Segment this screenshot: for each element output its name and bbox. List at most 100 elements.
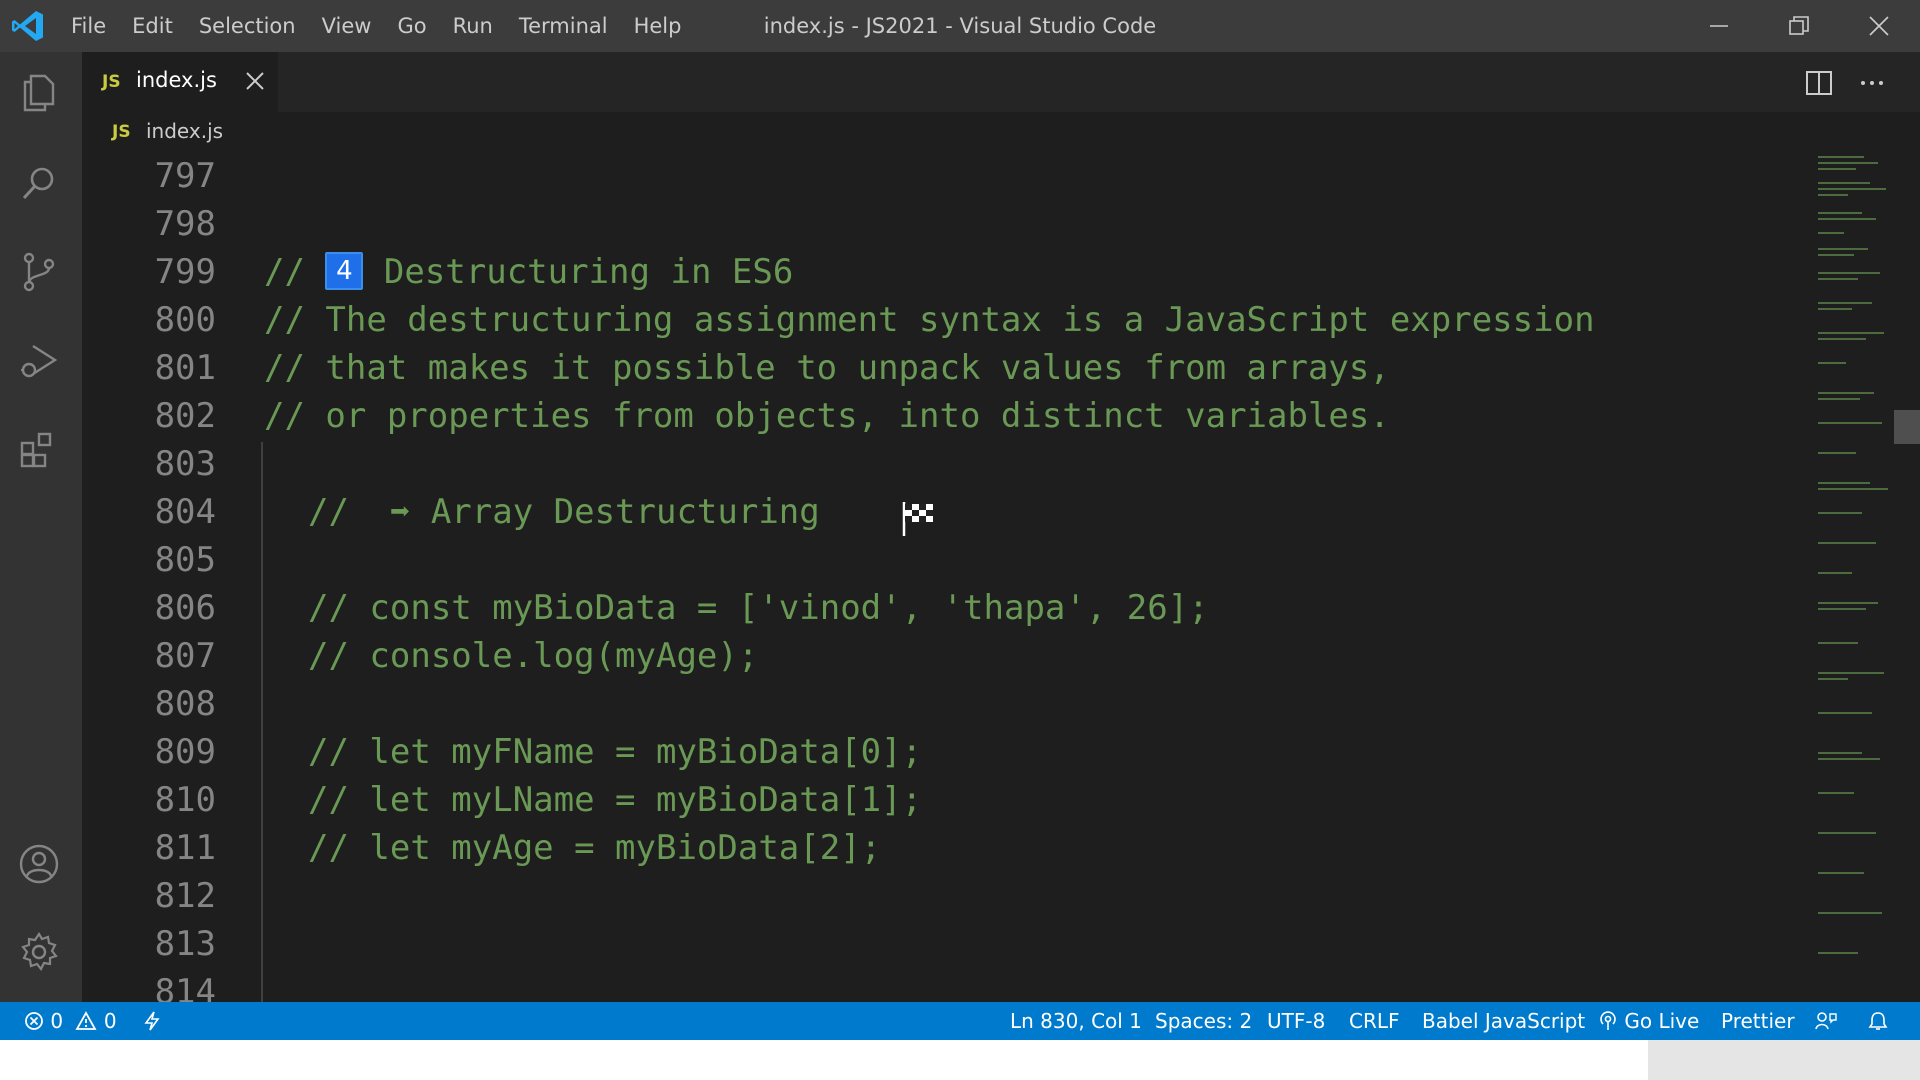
extensions-icon[interactable] <box>17 428 61 472</box>
encoding[interactable]: UTF-8 <box>1267 1002 1325 1040</box>
settings-gear-icon[interactable] <box>17 930 61 974</box>
close-window-button[interactable] <box>1840 0 1918 52</box>
checkered-flag-icon <box>902 502 933 536</box>
bottom-strip <box>0 1040 1920 1080</box>
menu-run[interactable]: Run <box>440 0 506 52</box>
minimize-icon <box>1710 25 1728 27</box>
code-editor[interactable]: 797 798 799 // 4 Destructuring in ES6 80… <box>82 152 1810 1002</box>
code-line: 808 <box>82 680 1810 728</box>
code-line: 809 // let myFName = myBioData[0]; <box>82 728 1810 776</box>
code-line: 811 // let myAge = myBioData[2]; <box>82 824 1810 872</box>
js-file-icon: JS <box>112 122 131 142</box>
code-line: 803 <box>82 440 1810 488</box>
line-text: // 4 Destructuring in ES6 <box>264 248 793 296</box>
formatter[interactable]: Prettier <box>1721 1002 1795 1040</box>
line-number: 806 <box>154 588 216 628</box>
line-number: 812 <box>154 876 216 916</box>
run-debug-icon[interactable] <box>17 338 61 382</box>
restore-button[interactable] <box>1760 0 1838 52</box>
line-text: // let myAge = myBioData[2]; <box>308 828 882 868</box>
explorer-icon[interactable] <box>17 70 61 114</box>
menu-file[interactable]: File <box>58 0 119 52</box>
line-number: 810 <box>154 780 216 820</box>
menu-view[interactable]: View <box>309 0 385 52</box>
line-number: 811 <box>154 828 216 868</box>
line-text: // ➡ Array Destructuring <box>308 492 820 532</box>
warning-icon <box>75 1011 97 1030</box>
indentation[interactable]: Spaces: 2 <box>1155 1002 1252 1040</box>
line-number: 802 <box>154 396 216 436</box>
code-line: 812 <box>82 872 1810 920</box>
line-number: 803 <box>154 444 216 484</box>
line-number: 814 <box>154 972 216 1002</box>
line-text: // let myLName = myBioData[1]; <box>308 780 923 820</box>
lightning-icon <box>144 1011 160 1031</box>
code-line: 804 // ➡ Array Destructuring <box>82 488 1810 536</box>
code-line: 799 // 4 Destructuring in ES6 <box>82 248 1810 296</box>
code-line: 801 // that makes it possible to unpack … <box>82 344 1810 392</box>
menu-help[interactable]: Help <box>621 0 695 52</box>
menu-go[interactable]: Go <box>384 0 439 52</box>
split-editor-icon[interactable] <box>1804 68 1834 98</box>
source-control-icon[interactable] <box>17 250 61 294</box>
line-number: 797 <box>154 156 216 196</box>
search-icon[interactable] <box>17 162 61 206</box>
menu-terminal[interactable]: Terminal <box>506 0 621 52</box>
go-live-button[interactable]: Go Live <box>1598 1002 1699 1040</box>
more-actions-icon[interactable] <box>1857 68 1887 98</box>
code-line: 797 <box>82 152 1810 200</box>
warning-count: 0 <box>103 1009 117 1033</box>
code-line: 806 // const myBioData = ['vinod', 'thap… <box>82 584 1810 632</box>
scrollbar-thumb[interactable] <box>1894 410 1920 444</box>
vscode-logo-icon <box>12 11 43 41</box>
vertical-scrollbar[interactable] <box>1900 152 1920 1002</box>
error-count: 0 <box>50 1009 64 1033</box>
code-line: 802 // or properties from objects, into … <box>82 392 1810 440</box>
minimap[interactable] <box>1810 152 1900 1002</box>
menu-edit[interactable]: Edit <box>119 0 186 52</box>
bottom-strip-gray <box>1648 1040 1920 1080</box>
line-text: // let myFName = myBioData[0]; <box>308 732 923 772</box>
feedback-button[interactable] <box>1814 1002 1838 1040</box>
line-number: 805 <box>154 540 216 580</box>
restore-icon <box>1789 16 1809 35</box>
code-line: 814 <box>82 968 1810 1002</box>
line-number: 799 <box>154 252 216 292</box>
language-mode[interactable]: Babel JavaScript <box>1422 1002 1585 1040</box>
line-number: 800 <box>154 300 216 340</box>
line-text: // console.log(myAge); <box>308 636 759 676</box>
line-number: 804 <box>154 492 216 532</box>
bell-icon <box>1868 1012 1888 1030</box>
title-bar: File Edit Selection View Go Run Terminal… <box>0 0 1920 52</box>
code-line: 810 // let myLName = myBioData[1]; <box>82 776 1810 824</box>
status-bar: 0 0 Ln 830, Col 1 Spaces: 2 UTF-8 CRLF B… <box>0 1002 1920 1040</box>
lightning-button[interactable] <box>142 1002 162 1040</box>
tab-label: index.js <box>136 68 217 92</box>
code-line: 798 <box>82 200 1810 248</box>
line-number: 807 <box>154 636 216 676</box>
code-line: 813 <box>82 920 1810 968</box>
notifications-button[interactable] <box>1866 1002 1890 1040</box>
menu-bar: File Edit Selection View Go Run Terminal… <box>58 0 694 52</box>
line-number: 813 <box>154 924 216 964</box>
tab-index-js[interactable]: JS index.js <box>82 52 278 112</box>
end-of-line[interactable]: CRLF <box>1349 1002 1400 1040</box>
heading-comment: Destructuring in ES6 <box>363 252 794 292</box>
code-line: 805 <box>82 536 1810 584</box>
line-number: 798 <box>154 204 216 244</box>
tab-close-icon[interactable] <box>242 68 268 94</box>
line-number: 809 <box>154 732 216 772</box>
problems-indicator[interactable]: 0 0 <box>24 1002 117 1040</box>
line-text: // that makes it possible to unpack valu… <box>264 348 1390 388</box>
line-text: // or properties from objects, into dist… <box>264 396 1390 436</box>
js-file-icon: JS <box>102 72 121 92</box>
line-text: // The destructuring assignment syntax i… <box>264 300 1595 340</box>
menu-selection[interactable]: Selection <box>186 0 309 52</box>
breadcrumb-file[interactable]: index.js <box>146 119 223 143</box>
cursor-position[interactable]: Ln 830, Col 1 <box>1010 1002 1142 1040</box>
tab-bar: JS index.js <box>82 52 1920 112</box>
line-number: 801 <box>154 348 216 388</box>
code-line: 800 // The destructuring assignment synt… <box>82 296 1810 344</box>
account-icon[interactable] <box>17 842 61 886</box>
minimize-button[interactable] <box>1680 0 1758 52</box>
